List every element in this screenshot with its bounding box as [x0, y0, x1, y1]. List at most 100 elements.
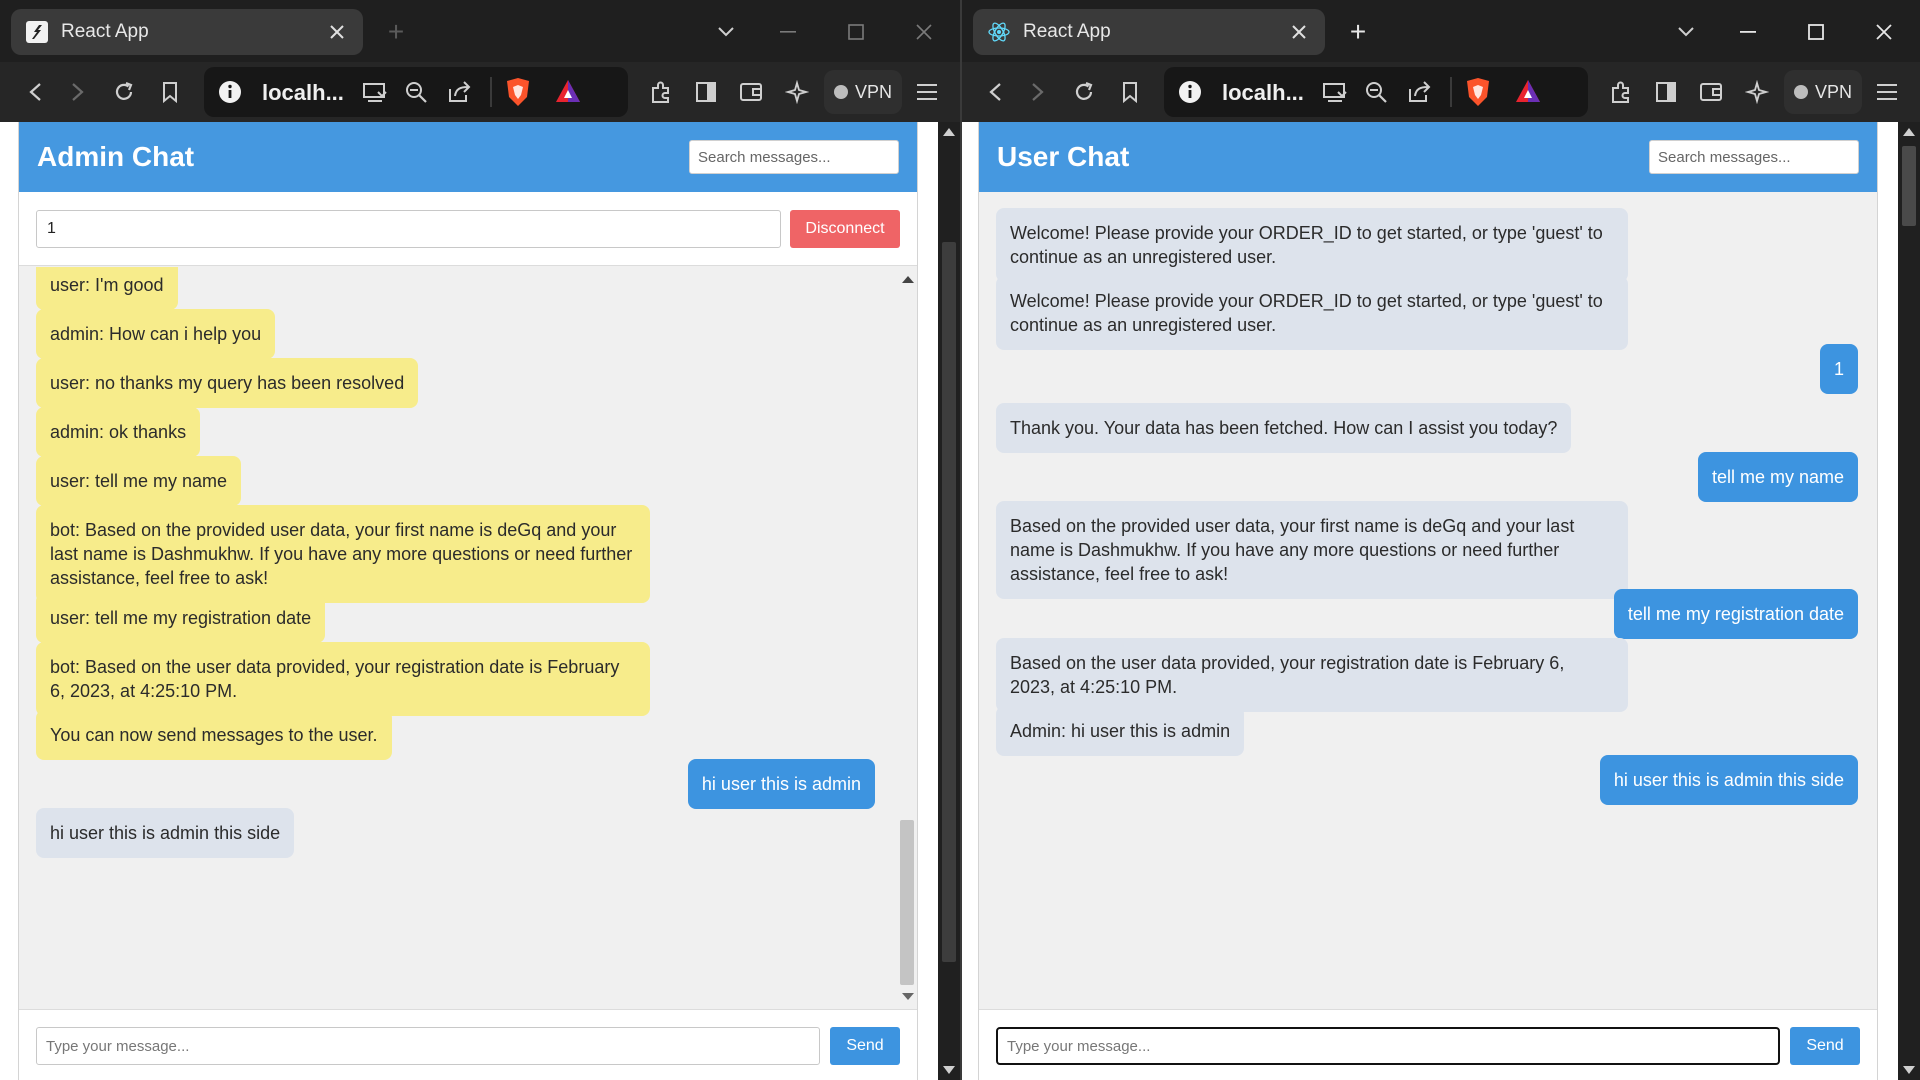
- forward-icon[interactable]: [1023, 77, 1053, 107]
- forward-icon[interactable]: [63, 77, 93, 107]
- info-icon[interactable]: [218, 80, 242, 104]
- brave-rewards-icon[interactable]: [554, 78, 582, 104]
- page-title: Admin Chat: [37, 141, 195, 172]
- page-scroll-down-icon[interactable]: [943, 1066, 955, 1074]
- page-scroll-thumb[interactable]: [942, 242, 956, 962]
- minimize-icon[interactable]: [1732, 16, 1764, 48]
- message-bubble: user: tell me my name: [36, 456, 242, 506]
- info-icon[interactable]: [1178, 80, 1202, 104]
- chat-header: Admin Chat: [19, 122, 917, 192]
- close-tab-icon[interactable]: [1287, 20, 1311, 44]
- message-list[interactable]: user: I'm good admin: How can i help you…: [19, 267, 917, 1009]
- vpn-button[interactable]: VPN: [824, 70, 902, 114]
- message-input[interactable]: [996, 1027, 1780, 1065]
- message-bubble: You can now send messages to the user.: [36, 710, 392, 760]
- maximize-icon[interactable]: [840, 16, 872, 48]
- new-tab-icon[interactable]: +: [380, 16, 412, 48]
- message-bubble: admin: ok thanks: [36, 407, 201, 457]
- extensions-icon[interactable]: [1606, 77, 1636, 107]
- send-button[interactable]: Send: [1790, 1027, 1860, 1065]
- share-icon[interactable]: [1406, 79, 1432, 105]
- menu-icon[interactable]: [1872, 77, 1902, 107]
- message-input[interactable]: [36, 1027, 820, 1065]
- page-scroll-up-icon[interactable]: [943, 128, 955, 136]
- page-scrollbar[interactable]: [1898, 122, 1920, 1080]
- tab-title: React App: [61, 21, 149, 42]
- message-bubble-own: 1: [1819, 344, 1858, 394]
- message-input-bar: Send: [979, 1009, 1877, 1080]
- browser-toolbar: localh... VPN: [0, 62, 960, 122]
- disconnect-button[interactable]: Disconnect: [790, 210, 900, 248]
- cast-icon[interactable]: [362, 80, 388, 104]
- message-bubble: Based on the user data provided, your re…: [996, 638, 1628, 712]
- leo-ai-icon[interactable]: [782, 77, 812, 107]
- vpn-button[interactable]: VPN: [1784, 70, 1862, 114]
- reload-icon[interactable]: [109, 77, 139, 107]
- tab-react-app[interactable]: React App: [11, 9, 363, 55]
- sidebar-icon[interactable]: [1651, 77, 1681, 107]
- page-scroll-up-icon[interactable]: [1903, 128, 1915, 136]
- message-scrollbar[interactable]: [897, 267, 917, 1009]
- cast-icon[interactable]: [1322, 80, 1348, 104]
- brave-rewards-icon[interactable]: [1514, 78, 1542, 104]
- back-icon[interactable]: [20, 77, 50, 107]
- page-viewport: Admin Chat Disconnect user: I'm good adm…: [0, 122, 940, 1080]
- message-bubble: user: tell me my registration date: [36, 593, 326, 643]
- wallet-icon[interactable]: [736, 77, 766, 107]
- close-tab-icon[interactable]: [325, 20, 349, 44]
- tab-strip: React App +: [962, 0, 1920, 62]
- maximize-icon[interactable]: [1800, 16, 1832, 48]
- divider: [490, 77, 492, 107]
- admin-chat-app: Admin Chat Disconnect user: I'm good adm…: [18, 122, 918, 1080]
- message-bubble: Admin: hi user this is admin: [996, 706, 1245, 756]
- reload-icon[interactable]: [1069, 77, 1099, 107]
- send-button[interactable]: Send: [830, 1027, 900, 1065]
- vpn-status-icon: [833, 85, 848, 99]
- url-text: localh...: [1222, 80, 1304, 105]
- tab-search-icon[interactable]: [710, 16, 742, 48]
- brave-shield-icon[interactable]: [505, 77, 531, 107]
- bookmark-icon[interactable]: [155, 77, 185, 107]
- tab-react-app[interactable]: React App: [973, 9, 1325, 55]
- scroll-up-icon[interactable]: [902, 276, 914, 283]
- zoom-out-icon[interactable]: [1364, 80, 1388, 104]
- message-bubble: bot: Based on the provided user data, yo…: [36, 505, 650, 603]
- divider: [1450, 77, 1452, 107]
- order-id-input[interactable]: [36, 210, 781, 248]
- share-icon[interactable]: [446, 79, 472, 105]
- new-tab-icon[interactable]: +: [1342, 16, 1374, 48]
- app-favicon-icon: [25, 20, 49, 44]
- address-bar[interactable]: localh...: [204, 67, 628, 117]
- address-bar[interactable]: localh...: [1164, 67, 1588, 117]
- menu-icon[interactable]: [912, 77, 942, 107]
- page-scroll-down-icon[interactable]: [1903, 1066, 1915, 1074]
- message-bubble: user: no thanks my query has been resolv…: [36, 358, 419, 408]
- minimize-icon[interactable]: [772, 16, 804, 48]
- leo-ai-icon[interactable]: [1742, 77, 1772, 107]
- search-input[interactable]: [1649, 140, 1859, 174]
- tab-search-icon[interactable]: [1670, 16, 1702, 48]
- scroll-down-icon[interactable]: [902, 993, 914, 1000]
- back-icon[interactable]: [980, 77, 1010, 107]
- tab-title: React App: [1023, 21, 1111, 42]
- page-title: User Chat: [997, 141, 1130, 172]
- close-window-icon[interactable]: [1868, 16, 1900, 48]
- search-input[interactable]: [689, 140, 899, 174]
- page-scroll-thumb[interactable]: [1902, 146, 1916, 226]
- close-window-icon[interactable]: [908, 16, 940, 48]
- message-bubble: admin: How can i help you: [36, 309, 276, 359]
- page-viewport: User Chat Welcome! Please provide your O…: [962, 122, 1898, 1080]
- browser-window-user: React App + localh... VPN User Chat Sear…: [960, 0, 1920, 1080]
- message-bubble: hi user this is admin this side: [36, 808, 295, 858]
- page-scrollbar[interactable]: [938, 122, 960, 1080]
- bookmark-icon[interactable]: [1115, 77, 1145, 107]
- zoom-out-icon[interactable]: [404, 80, 428, 104]
- message-list[interactable]: Welcome! Please provide your ORDER_ID to…: [979, 192, 1877, 1009]
- scroll-thumb[interactable]: [900, 820, 914, 985]
- extensions-icon[interactable]: [646, 77, 676, 107]
- sidebar-icon[interactable]: [691, 77, 721, 107]
- wallet-icon[interactable]: [1696, 77, 1726, 107]
- message-bubble: Thank you. Your data has been fetched. H…: [996, 403, 1572, 453]
- browser-window-admin: React App + localh... VPN Admin Chat Sea…: [0, 0, 960, 1080]
- brave-shield-icon[interactable]: [1465, 77, 1491, 107]
